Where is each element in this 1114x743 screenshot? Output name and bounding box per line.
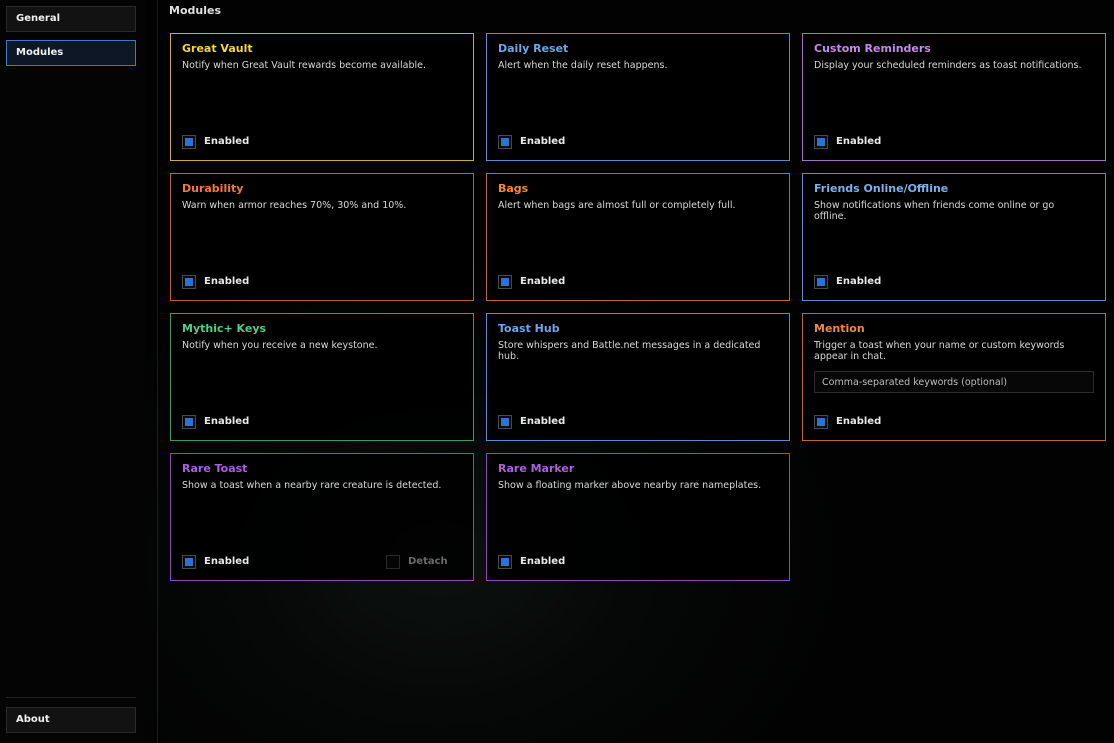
enabled-label[interactable]: Enabled — [520, 416, 565, 427]
enabled-label[interactable]: Enabled — [836, 416, 881, 427]
enabled-checkbox[interactable] — [182, 415, 196, 429]
enabled-checkbox[interactable] — [182, 555, 196, 569]
module-card-rare-marker: Rare Marker Show a floating marker above… — [486, 453, 790, 581]
module-card-friends-online-offline: Friends Online/Offline Show notification… — [802, 173, 1106, 301]
enabled-label[interactable]: Enabled — [204, 276, 249, 287]
module-title: Great Vault — [182, 42, 253, 55]
enabled-checkbox[interactable] — [814, 275, 828, 289]
module-description: Alert when the daily reset happens. — [498, 60, 668, 71]
enabled-checkbox[interactable] — [182, 135, 196, 149]
enabled-checkbox[interactable] — [182, 275, 196, 289]
module-description: Notify when Great Vault rewards become a… — [182, 60, 427, 71]
addon-settings-window: General Modules About Modules Great Vaul… — [0, 0, 1114, 743]
sidebar-divider — [157, 0, 158, 743]
sidebar-item-modules[interactable]: Modules — [6, 40, 136, 66]
enabled-checkbox[interactable] — [498, 555, 512, 569]
enabled-label[interactable]: Enabled — [204, 416, 249, 427]
module-card-mention: Mention Trigger a toast when your name o… — [802, 313, 1106, 441]
enabled-label[interactable]: Enabled — [204, 136, 249, 147]
module-description: Notify when you receive a new keystone. — [182, 340, 378, 351]
module-card-bags: Bags Alert when bags are almost full or … — [486, 173, 790, 301]
enabled-label[interactable]: Enabled — [836, 136, 881, 147]
module-card-custom-reminders: Custom Reminders Display your scheduled … — [802, 33, 1106, 161]
module-description: Show notifications when friends come onl… — [814, 200, 1055, 222]
sidebar-divider-rule — [6, 697, 136, 698]
module-title: Rare Toast — [182, 462, 248, 475]
enabled-checkbox[interactable] — [814, 135, 828, 149]
module-card-mythic-keys: Mythic+ Keys Notify when you receive a n… — [170, 313, 474, 441]
module-card-durability: Durability Warn when armor reaches 70%, … — [170, 173, 474, 301]
module-title: Mention — [814, 322, 865, 335]
module-title: Mythic+ Keys — [182, 322, 267, 335]
module-title: Bags — [498, 182, 529, 195]
module-description: Alert when bags are almost full or compl… — [498, 200, 736, 211]
module-title: Daily Reset — [498, 42, 569, 55]
module-title: Toast Hub — [498, 322, 560, 335]
sidebar: General Modules About — [0, 0, 145, 743]
enabled-checkbox[interactable] — [498, 415, 512, 429]
detach-checkbox[interactable] — [386, 555, 400, 569]
keywords-input[interactable] — [814, 371, 1094, 393]
module-title: Friends Online/Offline — [814, 182, 949, 195]
module-title: Rare Marker — [498, 462, 575, 475]
module-card-toast-hub: Toast Hub Store whispers and Battle.net … — [486, 313, 790, 441]
module-card-great-vault: Great Vault Notify when Great Vault rewa… — [170, 33, 474, 161]
enabled-checkbox[interactable] — [814, 415, 828, 429]
enabled-label[interactable]: Enabled — [520, 276, 565, 287]
page-title: Modules — [169, 4, 221, 17]
module-card-rare-toast: Rare Toast Show a toast when a nearby ra… — [170, 453, 474, 581]
module-title: Custom Reminders — [814, 42, 931, 55]
module-description: Show a floating marker above nearby rare… — [498, 480, 762, 491]
module-description: Warn when armor reaches 70%, 30% and 10%… — [182, 200, 407, 211]
sidebar-item-about[interactable]: About — [6, 707, 136, 733]
enabled-label[interactable]: Enabled — [520, 556, 565, 567]
module-description: Show a toast when a nearby rare creature… — [182, 480, 442, 491]
module-description: Display your scheduled reminders as toas… — [814, 60, 1082, 71]
enabled-checkbox[interactable] — [498, 135, 512, 149]
detach-label[interactable]: Detach — [408, 556, 448, 567]
enabled-label[interactable]: Enabled — [836, 276, 881, 287]
enabled-label[interactable]: Enabled — [204, 556, 249, 567]
sidebar-item-general[interactable]: General — [6, 6, 136, 32]
module-description: Trigger a toast when your name or custom… — [814, 340, 1065, 362]
enabled-checkbox[interactable] — [498, 275, 512, 289]
module-description: Store whispers and Battle.net messages i… — [498, 340, 761, 362]
enabled-label[interactable]: Enabled — [520, 136, 565, 147]
module-title: Durability — [182, 182, 244, 195]
module-card-daily-reset: Daily Reset Alert when the daily reset h… — [486, 33, 790, 161]
